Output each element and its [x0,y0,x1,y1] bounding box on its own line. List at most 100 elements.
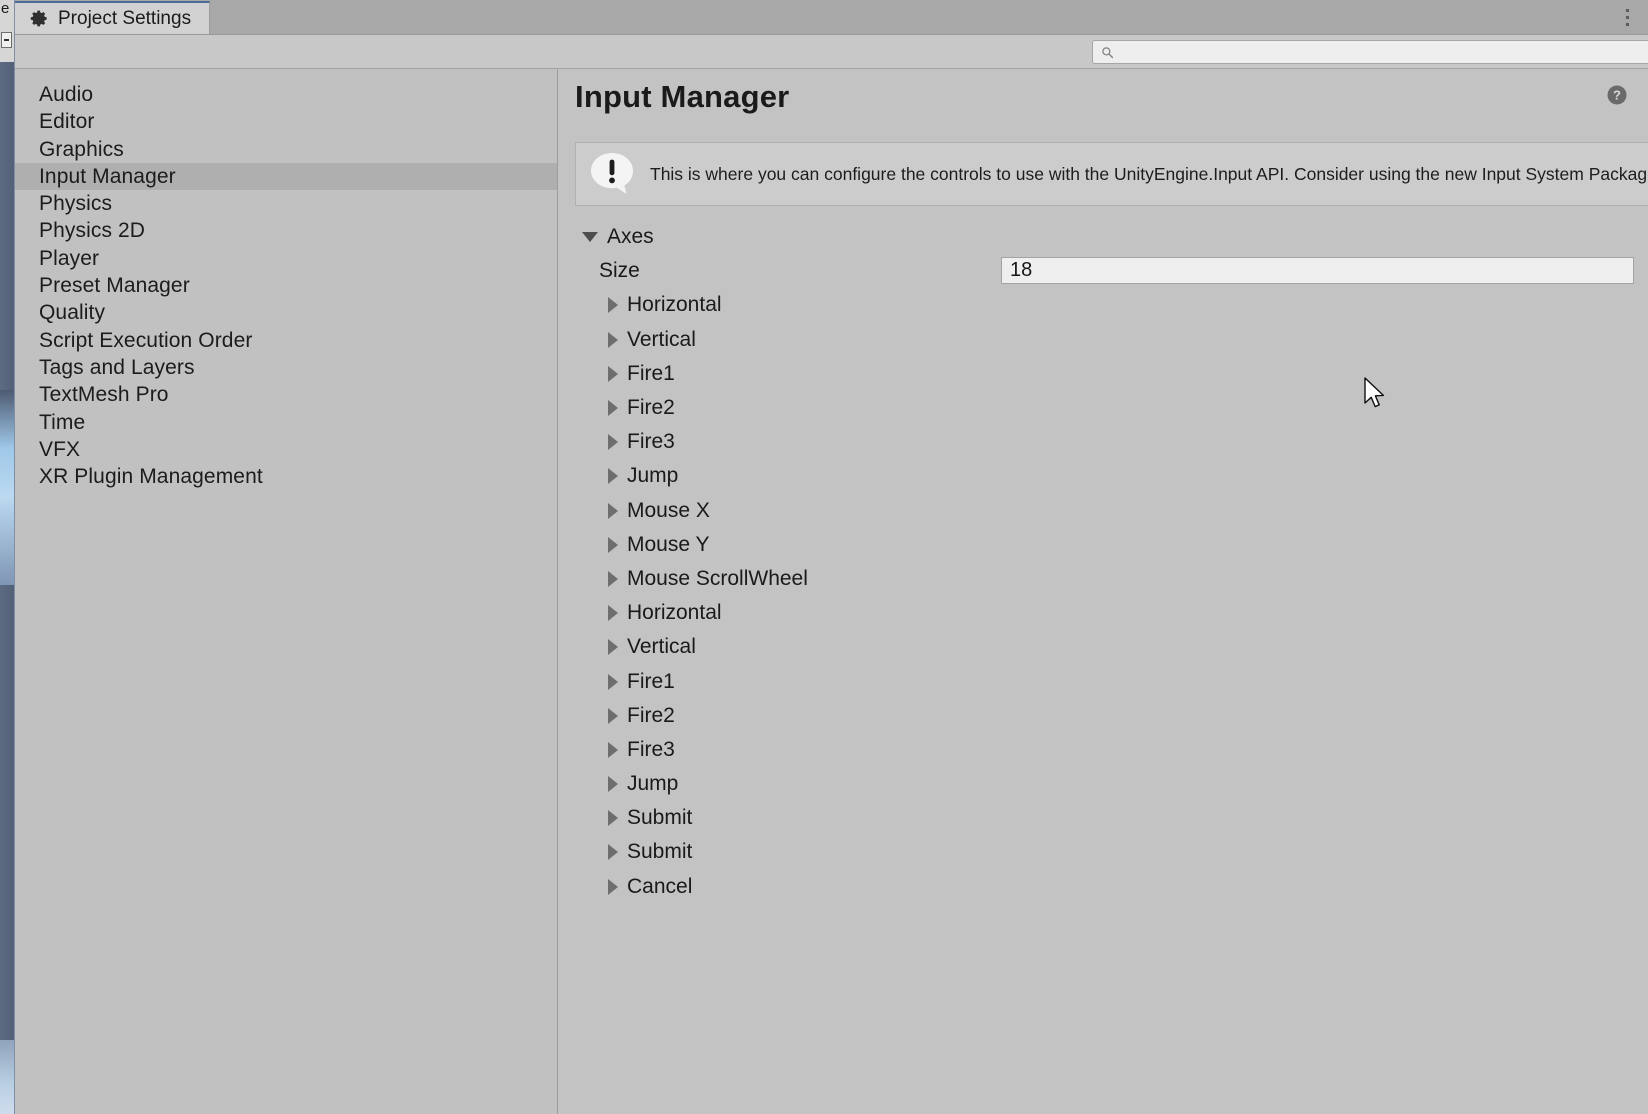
axis-row[interactable]: Mouse ScrollWheel [558,562,1648,596]
chevron-right-icon[interactable] [608,844,618,861]
background-fragment-field [1,32,12,48]
sidebar-item-physics[interactable]: Physics [15,190,557,217]
axis-row[interactable]: Vertical [558,323,1648,357]
axis-label: Vertical [627,327,696,351]
chevron-right-icon[interactable] [608,536,618,553]
chevron-right-icon[interactable] [608,331,618,348]
tab-project-settings[interactable]: Project Settings [15,1,211,34]
axis-row[interactable]: Horizontal [558,288,1648,322]
chevron-right-icon[interactable] [608,810,618,827]
axis-row[interactable]: Submit [558,801,1648,835]
sidebar-item-label: Tags and Layers [39,355,195,379]
chevron-down-icon[interactable] [582,232,598,243]
axis-row[interactable]: Fire1 [558,664,1648,698]
chevron-right-icon[interactable] [608,741,618,758]
sidebar-item-label: Player [39,246,100,270]
kebab-dot [1625,8,1629,12]
chevron-right-icon[interactable] [608,502,618,519]
settings-body: Audio Editor Graphics Input Manager Physics P… [15,69,1648,1114]
info-message-box: This is where you can configure the cont… [575,142,1648,206]
svg-text:?: ? [1613,88,1621,103]
chevron-right-icon[interactable] [608,400,618,417]
sidebar-item-editor[interactable]: Editor [15,108,557,135]
axis-label: Horizontal [627,293,722,317]
sidebar-item-label: Editor [39,110,95,134]
search-input[interactable] [1119,43,1618,61]
info-message-text: This is where you can configure the cont… [650,163,1648,184]
chevron-right-icon[interactable] [608,434,618,451]
sidebar-item-graphics[interactable]: Graphics [15,136,557,163]
axes-group-label: Axes [607,225,654,249]
sidebar-item-player[interactable]: Player [15,245,557,272]
sidebar-item-label: Input Manager [39,164,176,188]
sidebar-item-tags-and-layers[interactable]: Tags and Layers [15,354,557,381]
chevron-right-icon[interactable] [608,365,618,382]
search-box[interactable] [1092,40,1648,64]
axes-size-label: Size [599,259,640,283]
sidebar-item-label: TextMesh Pro [39,383,169,407]
axis-row[interactable]: Fire1 [558,357,1648,391]
chevron-right-icon[interactable] [608,297,618,314]
search-icon [1102,46,1114,58]
sidebar-item-label: Physics [39,192,113,216]
info-speech-bubble-icon [591,153,633,194]
sidebar-item-input-manager[interactable]: Input Manager [15,162,557,191]
settings-category-list: Audio Editor Graphics Input Manager Physics P… [15,69,558,1114]
axis-row[interactable]: Jump [558,459,1648,493]
axis-label: Vertical [627,635,696,659]
tab-label: Project Settings [58,7,192,29]
kebab-menu-icon[interactable] [1616,4,1638,30]
chevron-right-icon[interactable] [608,570,618,587]
gear-icon [30,10,47,27]
axis-row[interactable]: Fire2 [558,391,1648,425]
sidebar-item-label: Graphics [39,137,124,161]
chevron-right-icon[interactable] [608,776,618,793]
axis-label: Cancel [627,874,693,898]
axis-label: Submit [627,840,693,864]
axis-label: Fire1 [627,669,675,693]
sidebar-item-label: Audio [39,83,94,106]
chevron-right-icon[interactable] [608,673,618,690]
axis-row[interactable]: Submit [558,835,1648,869]
sidebar-item-preset-manager[interactable]: Preset Manager [15,272,557,299]
axis-label: Fire3 [627,430,675,454]
help-circle-icon[interactable]: ? [1606,84,1628,106]
axis-row[interactable]: Horizontal [558,596,1648,630]
sidebar-item-physics-2d[interactable]: Physics 2D [15,217,557,244]
sidebar-item-time[interactable]: Time [15,409,557,436]
chevron-right-icon[interactable] [608,707,618,724]
axis-label: Fire3 [627,737,675,761]
axis-row[interactable]: Fire3 [558,425,1648,459]
kebab-dot [1625,22,1629,26]
axis-row[interactable]: Cancel [558,870,1648,904]
axes-group-header[interactable]: Axes [558,220,1648,254]
sidebar-item-audio[interactable]: Audio [15,81,557,108]
axis-row[interactable]: Mouse Y [558,528,1648,562]
sidebar-item-vfx[interactable]: VFX [15,436,557,463]
axis-label: Fire1 [627,361,675,385]
axis-row[interactable]: Fire2 [558,699,1648,733]
chevron-right-icon[interactable] [608,605,618,622]
axis-row[interactable]: Mouse X [558,494,1648,528]
sidebar-item-quality[interactable]: Quality [15,299,557,326]
sidebar-item-label: XR Plugin Management [39,465,263,489]
sidebar-item-textmesh-pro[interactable]: TextMesh Pro [15,381,557,408]
sidebar-item-script-execution-order[interactable]: Script Execution Order [15,327,557,354]
chevron-right-icon[interactable] [608,878,618,895]
axis-label: Mouse Y [627,532,710,556]
sidebar-item-label: Preset Manager [39,274,190,298]
axis-label: Submit [627,806,693,830]
axis-label: Fire2 [627,396,675,420]
window-tab-bar: Project Settings [15,0,1648,35]
background-window-bottom-highlight [0,1040,14,1114]
sidebar-item-xr-plugin-management[interactable]: XR Plugin Management [15,463,557,490]
axis-row[interactable]: Jump [558,767,1648,801]
axes-size-input[interactable]: 18 [1001,257,1634,285]
settings-detail-pane: Input Manager ? This is where you can co… [558,69,1648,1114]
chevron-right-icon[interactable] [608,468,618,485]
axes-property-tree: Axes Size 18 Horizontal Vertical Fire1 Fire2 Fi… [558,220,1648,904]
axis-row[interactable]: Fire3 [558,733,1648,767]
axis-row[interactable]: Vertical [558,630,1648,664]
sidebar-item-label: VFX [39,437,81,461]
chevron-right-icon[interactable] [608,639,618,656]
